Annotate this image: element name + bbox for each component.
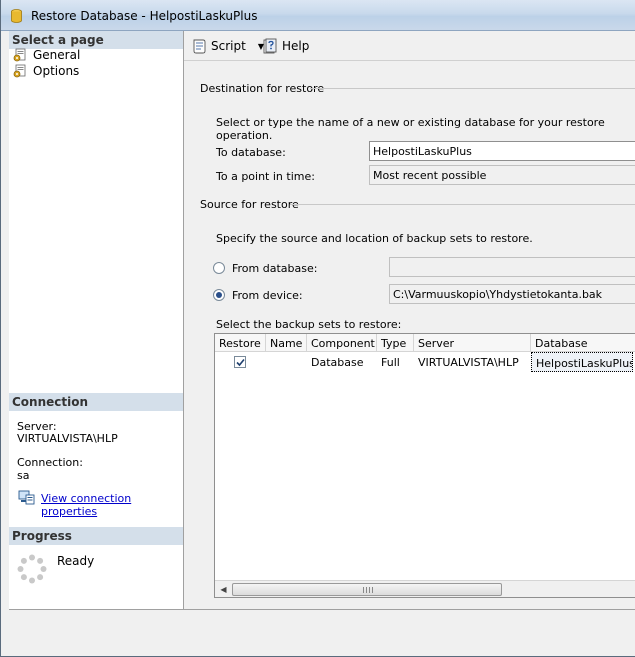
to-database-combo[interactable]: HelpostiLaskuPlus: [369, 141, 635, 161]
grip-icon: [363, 587, 373, 593]
help-icon: [263, 38, 277, 54]
from-database-label[interactable]: From database:: [232, 262, 317, 275]
source-group-title: Source for restore: [200, 198, 299, 211]
from-database-radio[interactable]: [213, 262, 225, 274]
column-header-restore[interactable]: Restore: [215, 334, 266, 352]
source-instruction: Specify the source and location of backu…: [216, 232, 533, 245]
script-icon: [193, 39, 206, 54]
backup-sets-label: Select the backup sets to restore:: [216, 318, 402, 331]
table-row[interactable]: Database Full VIRTUALVISTA\HLP HelpostiL…: [215, 352, 635, 372]
page-gear-icon: [13, 48, 26, 62]
page-item-general[interactable]: General: [13, 47, 80, 63]
grid-header: Restore Name Component Type Server Datab…: [215, 334, 635, 352]
check-icon: [236, 358, 245, 367]
page-gear-icon: [13, 64, 26, 78]
column-header-database[interactable]: Database: [531, 334, 635, 352]
from-device-label[interactable]: From device:: [232, 289, 303, 302]
connection-header: Connection: [9, 393, 183, 411]
script-button[interactable]: Script ▼: [191, 37, 264, 55]
help-button[interactable]: Help: [262, 37, 309, 55]
cell-database: HelpostiLaskuPlus: [531, 352, 633, 372]
title-bar: Restore Database - HelpostiLaskuPlus: [1, 0, 635, 31]
dialog-button-area: [9, 609, 635, 656]
window-title: Restore Database - HelpostiLaskuPlus: [31, 9, 258, 23]
view-connection-properties-link[interactable]: View connection properties: [41, 492, 183, 518]
cell-type: Full: [381, 356, 400, 369]
from-device-radio[interactable]: [213, 289, 225, 301]
scroll-thumb[interactable]: [232, 583, 502, 596]
column-header-server[interactable]: Server: [414, 334, 531, 352]
connection-properties-icon: [18, 490, 35, 505]
progress-header: Progress: [9, 527, 183, 545]
page-item-options-label: Options: [33, 64, 80, 78]
cell-component: Database: [311, 356, 364, 369]
script-button-label: Script: [211, 39, 246, 53]
page-item-general-label: General: [33, 48, 81, 62]
to-database-label: To database:: [216, 146, 286, 159]
horizontal-scrollbar[interactable]: ◀: [215, 580, 635, 597]
from-database-combo[interactable]: [389, 257, 635, 277]
page-item-options[interactable]: Options: [13, 63, 79, 79]
restore-database-dialog: Restore Database - HelpostiLaskuPlus Sel…: [0, 0, 635, 657]
column-header-type[interactable]: Type: [377, 334, 414, 352]
connection-label: Connection:: [17, 456, 83, 469]
column-header-component[interactable]: Component: [307, 334, 377, 352]
server-value: VIRTUALVISTA\HLP: [17, 432, 118, 445]
help-button-label: Help: [282, 39, 310, 53]
toolbar: Script ▼ Help: [184, 31, 635, 61]
cell-name: [266, 352, 307, 372]
destination-group-divider: [310, 88, 635, 89]
left-pane: Select a page General Options Connection: [9, 31, 184, 609]
source-group-divider: [290, 204, 635, 205]
point-in-time-field[interactable]: Most recent possible: [369, 165, 635, 185]
backup-sets-grid: Restore Name Component Type Server Datab…: [214, 333, 635, 598]
from-device-field[interactable]: C:\Varmuuskopio\Yhdystietokanta.bak: [389, 284, 635, 304]
destination-instruction: Select or type the name of a new or exis…: [216, 116, 605, 142]
cell-server: VIRTUALVISTA\HLP: [418, 356, 519, 369]
progress-status: Ready: [57, 554, 95, 568]
connection-value: sa: [17, 469, 30, 482]
database-icon: [11, 9, 22, 23]
point-in-time-label: To a point in time:: [216, 170, 315, 183]
restore-checkbox[interactable]: [234, 356, 246, 368]
progress-spinner-icon: [17, 554, 47, 584]
destination-group-title: Destination for restore: [200, 82, 325, 95]
scroll-left-icon[interactable]: ◀: [215, 581, 232, 598]
right-pane: Script ▼ Help Destination for restore Se…: [184, 31, 635, 609]
column-header-name[interactable]: Name: [266, 334, 307, 352]
